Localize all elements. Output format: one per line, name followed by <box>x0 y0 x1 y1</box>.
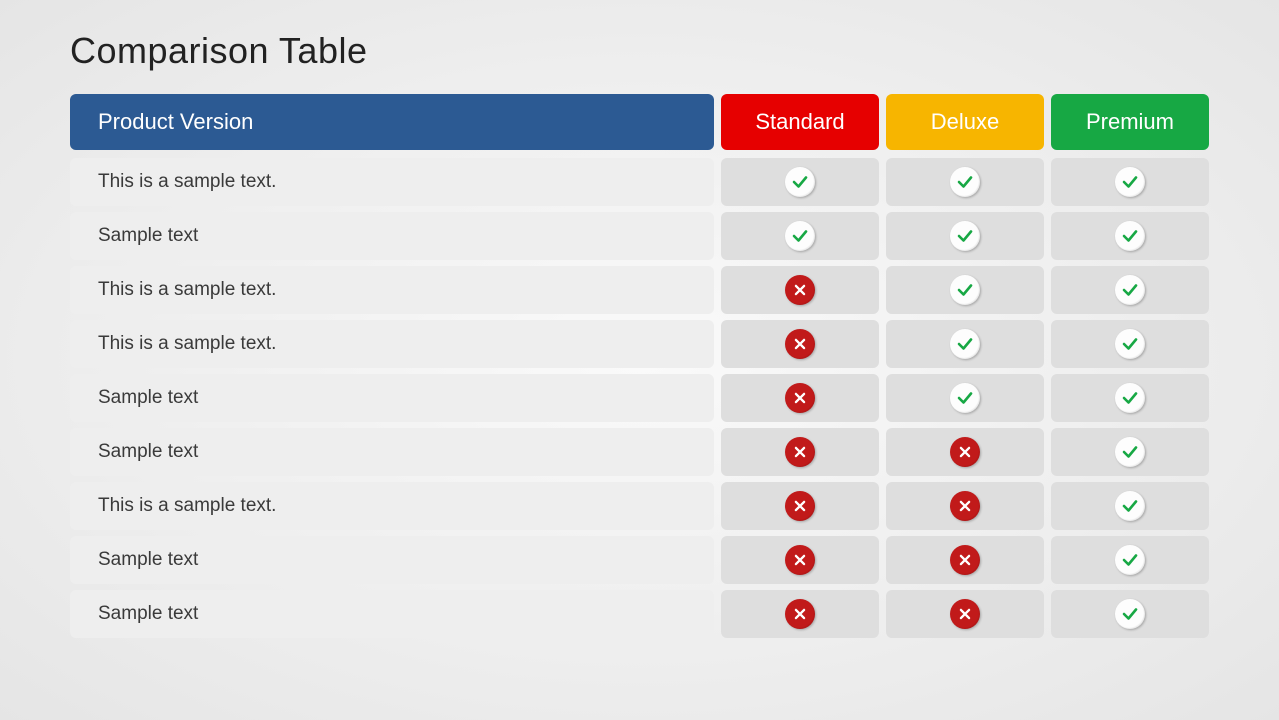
plan-cell <box>886 482 1044 530</box>
plan-cell <box>1051 212 1209 260</box>
plan-cell <box>886 590 1044 638</box>
table-body: This is a sample text. Sample text This is… <box>70 158 1209 638</box>
plan-cell <box>886 212 1044 260</box>
plan-cell <box>721 320 879 368</box>
header-plan-standard: Standard <box>721 94 879 150</box>
plan-cell <box>886 374 1044 422</box>
plan-cell <box>721 590 879 638</box>
cross-icon <box>785 383 815 413</box>
check-icon <box>1115 383 1145 413</box>
cross-icon <box>785 329 815 359</box>
plan-cell <box>1051 482 1209 530</box>
check-icon <box>950 383 980 413</box>
feature-cell: Sample text <box>70 590 714 638</box>
plan-cell <box>721 212 879 260</box>
plan-cell <box>721 536 879 584</box>
plan-cell <box>1051 428 1209 476</box>
cross-icon <box>785 275 815 305</box>
plan-cell <box>886 266 1044 314</box>
table-row: This is a sample text. <box>70 266 1209 314</box>
cross-icon <box>950 437 980 467</box>
check-icon <box>1115 329 1145 359</box>
cross-icon <box>785 599 815 629</box>
check-icon <box>785 167 815 197</box>
page-title: Comparison Table <box>70 30 1209 72</box>
cross-icon <box>785 491 815 521</box>
feature-cell: Sample text <box>70 536 714 584</box>
plan-cell <box>886 320 1044 368</box>
cross-icon <box>785 437 815 467</box>
header-plan-premium: Premium <box>1051 94 1209 150</box>
table-row: This is a sample text. <box>70 482 1209 530</box>
check-icon <box>1115 599 1145 629</box>
table-row: Sample text <box>70 374 1209 422</box>
comparison-table: Product Version Standard Deluxe Premium … <box>70 94 1209 638</box>
plan-cell <box>886 536 1044 584</box>
plan-cell <box>886 428 1044 476</box>
plan-cell <box>721 482 879 530</box>
plan-cell <box>886 158 1044 206</box>
table-row: Sample text <box>70 428 1209 476</box>
cross-icon <box>785 545 815 575</box>
plan-cell <box>1051 320 1209 368</box>
feature-cell: Sample text <box>70 428 714 476</box>
check-icon <box>1115 221 1145 251</box>
cross-icon <box>950 599 980 629</box>
plan-cell <box>721 158 879 206</box>
plan-cell <box>1051 536 1209 584</box>
check-icon <box>950 221 980 251</box>
table-row: This is a sample text. <box>70 158 1209 206</box>
cross-icon <box>950 545 980 575</box>
plan-cell <box>721 266 879 314</box>
plan-cell <box>1051 266 1209 314</box>
feature-cell: This is a sample text. <box>70 158 714 206</box>
check-icon <box>785 221 815 251</box>
check-icon <box>1115 437 1145 467</box>
plan-cell <box>1051 374 1209 422</box>
check-icon <box>950 329 980 359</box>
table-row: Sample text <box>70 212 1209 260</box>
check-icon <box>950 275 980 305</box>
table-row: Sample text <box>70 590 1209 638</box>
check-icon <box>1115 545 1145 575</box>
header-feature: Product Version <box>70 94 714 150</box>
check-icon <box>950 167 980 197</box>
feature-cell: Sample text <box>70 212 714 260</box>
header-plan-deluxe: Deluxe <box>886 94 1044 150</box>
plan-cell <box>721 374 879 422</box>
plan-cell <box>1051 590 1209 638</box>
table-header-row: Product Version Standard Deluxe Premium <box>70 94 1209 150</box>
check-icon <box>1115 491 1145 521</box>
plan-cell <box>1051 158 1209 206</box>
cross-icon <box>950 491 980 521</box>
feature-cell: This is a sample text. <box>70 266 714 314</box>
plan-cell <box>721 428 879 476</box>
feature-cell: This is a sample text. <box>70 320 714 368</box>
feature-cell: This is a sample text. <box>70 482 714 530</box>
check-icon <box>1115 275 1145 305</box>
check-icon <box>1115 167 1145 197</box>
feature-cell: Sample text <box>70 374 714 422</box>
table-row: Sample text <box>70 536 1209 584</box>
table-row: This is a sample text. <box>70 320 1209 368</box>
